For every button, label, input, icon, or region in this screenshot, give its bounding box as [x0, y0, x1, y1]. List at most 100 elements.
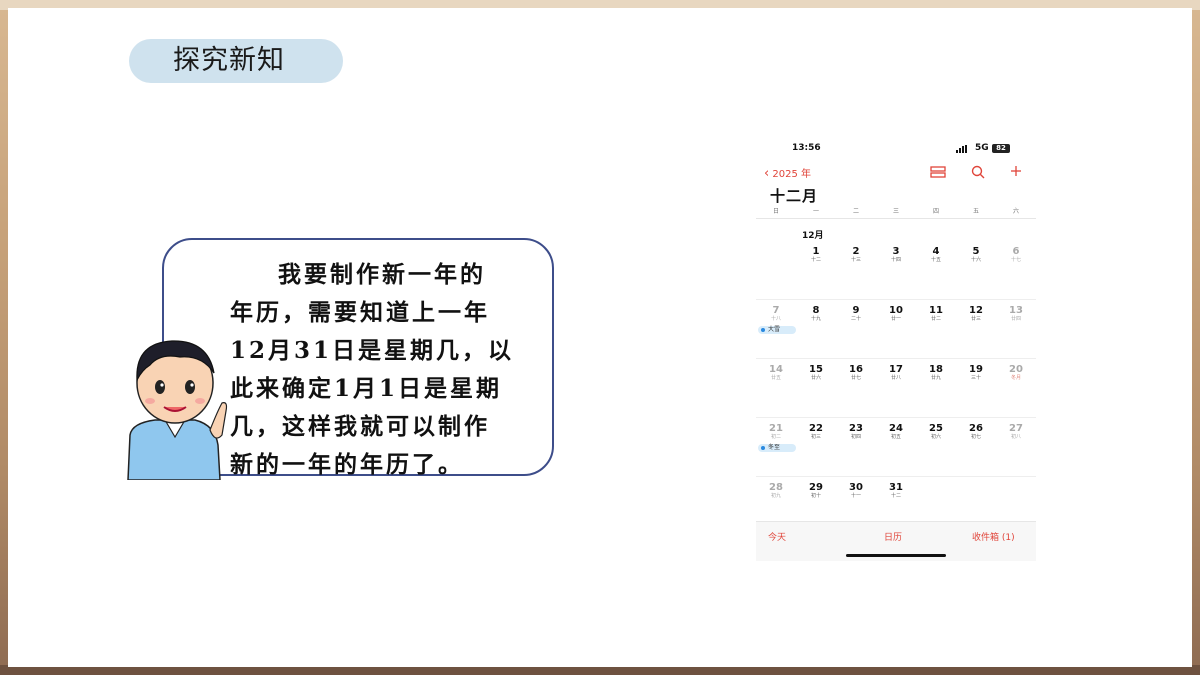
calendar-day[interactable]: 27 初八: [996, 423, 1036, 441]
lunar-date: 廿八: [890, 375, 901, 381]
tab-today[interactable]: 今天: [768, 530, 786, 543]
lunar-date: 廿九: [930, 375, 941, 381]
calendar-day[interactable]: 21 初二: [756, 423, 796, 441]
lunar-date: 初十: [810, 493, 821, 499]
grid-month-label: 12月: [802, 231, 824, 241]
lunar-date: 初六: [930, 434, 941, 440]
calendar-day[interactable]: 3 十四: [876, 246, 916, 264]
speech-text: 我要制作新一年的 年历，需要知道上一年 12月31日是星期几，以 此来确定1月1…: [230, 256, 540, 484]
speech-line: 年历，需要知道上一年: [230, 299, 490, 326]
calendar-day[interactable]: 14 廿五: [756, 364, 796, 382]
calendar-day[interactable]: 16 廿七: [836, 364, 876, 382]
speech-line: 新的一年的年历了。: [230, 451, 464, 478]
calendar-day[interactable]: 18 廿九: [916, 364, 956, 382]
calendar-day[interactable]: 11 廿二: [916, 305, 956, 323]
lunar-date: 十五: [930, 257, 941, 263]
lunar-date: 初九: [770, 493, 781, 499]
section-tag: 探究新知: [129, 39, 343, 83]
day-number: 23: [849, 423, 863, 434]
lunar-date: 廿三: [970, 316, 981, 322]
lunar-date: 十二: [810, 257, 821, 263]
month-title: 十二月: [770, 187, 819, 205]
signal-icon: [956, 145, 967, 153]
lunar-date: 十六: [970, 257, 981, 263]
network-type: 5G: [975, 143, 989, 153]
calendar-day[interactable]: 29 初十: [796, 482, 836, 500]
lunar-date: 廿一: [890, 316, 901, 322]
day-number: 29: [809, 482, 823, 493]
day-number: 15: [809, 364, 823, 375]
status-bar: 13:56 5G 82: [756, 143, 1036, 157]
search-icon[interactable]: [971, 165, 985, 179]
calendar-day[interactable]: 9 二十: [836, 305, 876, 323]
chevron-left-icon: ‹: [764, 166, 770, 181]
week-divider: [756, 417, 1036, 418]
day-number: 1: [812, 246, 820, 257]
day-number: 27: [1009, 423, 1023, 434]
tab-inbox[interactable]: 收件箱 (1): [972, 530, 1015, 543]
calendar-day[interactable]: 2 十三: [836, 246, 876, 264]
event-dot-icon: [761, 446, 765, 450]
calendar-day[interactable]: 26 初七: [956, 423, 996, 441]
calendar-day[interactable]: 24 初五: [876, 423, 916, 441]
day-number: 14: [769, 364, 783, 375]
lunar-date: 初二: [770, 434, 781, 440]
lunar-date: 三十: [970, 375, 981, 381]
week-divider: [756, 358, 1036, 359]
speech-line: 我要制作新一年的: [278, 261, 486, 288]
home-indicator: [846, 554, 946, 557]
day-number: 28: [769, 482, 783, 493]
day-number: 3: [892, 246, 900, 257]
lunar-date: 廿四: [1010, 316, 1021, 322]
calendar-day[interactable]: 12 廿三: [956, 305, 996, 323]
calendar-day[interactable]: 7 十八: [756, 305, 796, 323]
calendar-day[interactable]: 1 十二: [796, 246, 836, 264]
day-number: 16: [849, 364, 863, 375]
weekday-label: 五: [972, 208, 979, 215]
lunar-date: 二十: [850, 316, 861, 322]
week-divider: [756, 299, 1036, 300]
lunar-date: 初五: [890, 434, 901, 440]
calendar-day[interactable]: 4 十五: [916, 246, 956, 264]
day-number: 13: [1009, 305, 1023, 316]
day-number: 7: [772, 305, 780, 316]
calendar-day[interactable]: 6 十七: [996, 246, 1036, 264]
lunar-date: 十一: [850, 493, 861, 499]
add-icon[interactable]: [1010, 165, 1022, 177]
calendar-day[interactable]: 22 初三: [796, 423, 836, 441]
calendar-day[interactable]: 8 十九: [796, 305, 836, 323]
lunar-date: 初三: [810, 434, 821, 440]
calendar-day[interactable]: 25 初六: [916, 423, 956, 441]
lunar-date: 初八: [1010, 434, 1021, 440]
calendar-day[interactable]: 28 初九: [756, 482, 796, 500]
calendar-nav: ‹ 2025 年: [756, 165, 1036, 181]
tab-calendar[interactable]: 日历: [884, 530, 902, 543]
back-label: 2025 年: [772, 169, 812, 180]
lunar-date: 十四: [890, 257, 901, 263]
day-number: 11: [929, 305, 943, 316]
lunar-date: 廿六: [810, 375, 821, 381]
calendar-day[interactable]: 17 廿八: [876, 364, 916, 382]
calendar-day[interactable]: 23 初四: [836, 423, 876, 441]
calendar-event[interactable]: 大雪: [758, 326, 796, 334]
day-number: 22: [809, 423, 823, 434]
speech-line: 12月31日是星期几，以: [230, 337, 515, 364]
calendar-day[interactable]: 5 十六: [956, 246, 996, 264]
calendar-day[interactable]: 30 十一: [836, 482, 876, 500]
calendar-day[interactable]: 20 冬月: [996, 364, 1036, 382]
calendar-event[interactable]: 冬至: [758, 444, 796, 452]
day-number: 2: [852, 246, 860, 257]
day-number: 12: [969, 305, 983, 316]
calendar-day[interactable]: 10 廿一: [876, 305, 916, 323]
lunar-date: 廿二: [930, 316, 941, 322]
calendar-list-icon[interactable]: [930, 166, 946, 178]
calendar-day[interactable]: 13 廿四: [996, 305, 1036, 323]
back-to-year-button[interactable]: ‹ 2025 年: [764, 165, 811, 181]
day-number: 21: [769, 423, 783, 434]
calendar-day[interactable]: 15 廿六: [796, 364, 836, 382]
status-time: 13:56: [792, 143, 821, 153]
calendar-day[interactable]: 19 三十: [956, 364, 996, 382]
boy-character-illustration: [127, 340, 228, 480]
calendar-day[interactable]: 31 十二: [876, 482, 916, 500]
lunar-date: 廿七: [850, 375, 861, 381]
